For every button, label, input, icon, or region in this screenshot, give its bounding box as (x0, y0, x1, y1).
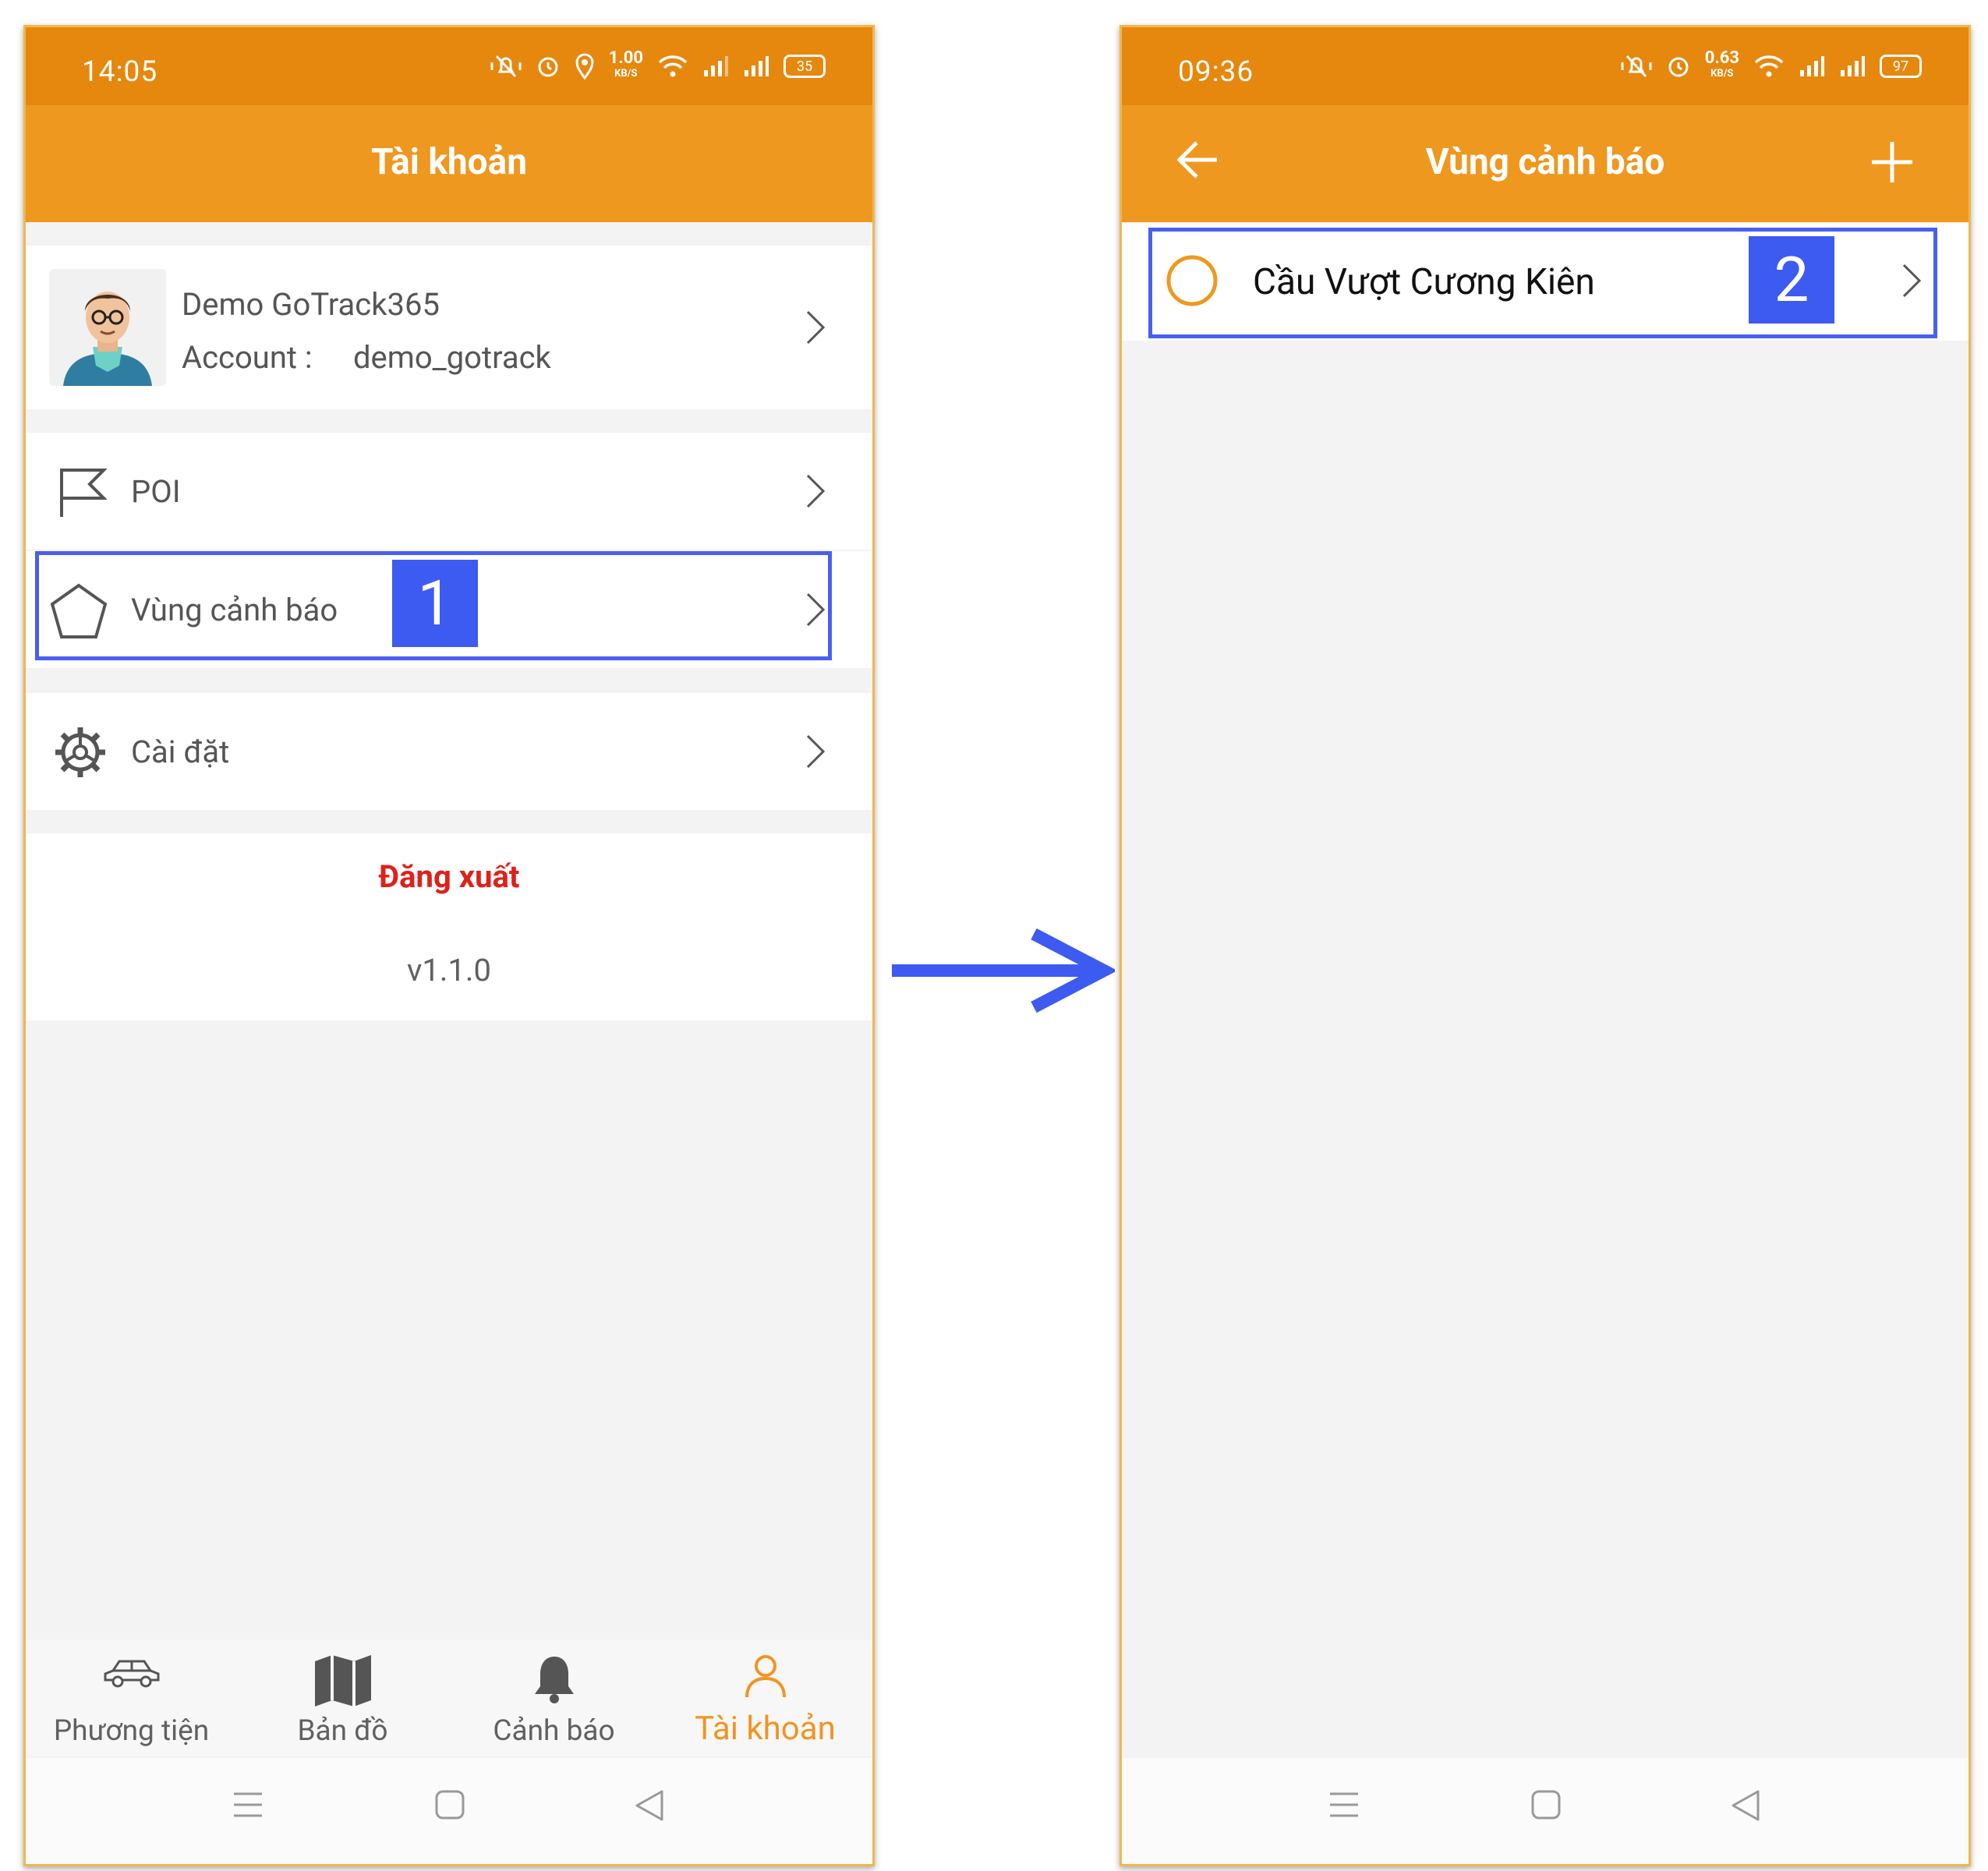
nav-label-map: Bản đồ (297, 1714, 388, 1748)
bottom-navigation: Phương tiện Bản đồ Cảnh báo Tài khoản (26, 1639, 872, 1756)
menu-label-settings: Cài đặt (131, 734, 230, 770)
status-bar: 09:36 0.63 KB/S 97 (1122, 27, 1969, 105)
signal-icon-1 (702, 55, 729, 78)
home-icon[interactable] (434, 1789, 465, 1820)
home-icon[interactable] (1530, 1789, 1562, 1820)
map-icon (314, 1655, 371, 1707)
chevron-right-icon (806, 474, 826, 508)
app-version: v1.1.0 (407, 952, 491, 989)
wifi-icon (657, 54, 688, 79)
back-triangle-icon[interactable] (634, 1789, 665, 1822)
nav-label-vehicles: Phương tiện (53, 1714, 210, 1748)
system-nav-bar (26, 1758, 872, 1864)
system-nav-bar (1122, 1758, 1969, 1864)
logout-button[interactable]: Đăng xuất (26, 858, 872, 895)
location-icon (575, 53, 595, 80)
account-label: Account : (182, 339, 313, 376)
car-icon (104, 1660, 159, 1688)
status-time: 09:36 (1178, 55, 1254, 89)
page-title: Tài khoản (370, 141, 528, 183)
chevron-right-icon (806, 734, 826, 769)
phone-screen-warning-zones: 09:36 0.63 KB/S 97 Vùng cảnh báo Cầu Vượ… (1120, 25, 1971, 1866)
nav-tab-vehicles[interactable]: Phương tiện (26, 1639, 237, 1756)
app-bar: Vùng cảnh báo (1122, 105, 1969, 222)
phone-screen-account: 14:05 1.00 KB/S 35 Tài khoản Demo GoTrac… (23, 25, 875, 1866)
avatar (49, 269, 166, 386)
mute-vibrate-icon (1621, 53, 1652, 80)
step-badge-1: 1 (392, 560, 478, 647)
status-icons: 1.00 KB/S 35 (490, 48, 826, 82)
user-icon (745, 1655, 786, 1698)
nav-tab-account[interactable]: Tài khoản (660, 1639, 871, 1756)
gear-icon (55, 727, 105, 777)
status-icons: 0.63 KB/S 97 (1621, 48, 1922, 82)
menu-icon[interactable] (232, 1789, 264, 1820)
network-speed: 1.00 KB/S (608, 48, 643, 80)
chevron-right-icon (806, 310, 826, 345)
flag-icon (60, 469, 107, 517)
battery-indicator: 97 (1880, 55, 1922, 78)
nav-label-alerts: Cảnh báo (493, 1714, 615, 1748)
network-speed: 0.63 KB/S (1704, 48, 1739, 80)
page-title: Vùng cảnh báo (1425, 141, 1665, 183)
account-value: demo_gotrack (353, 339, 551, 376)
nav-label-account: Tài khoản (695, 1710, 836, 1748)
profile-row[interactable]: Demo GoTrack365 Account : demo_gotrack (26, 246, 872, 409)
alarm-icon (1666, 54, 1691, 79)
status-time: 14:05 (82, 55, 158, 89)
alarm-icon (536, 54, 561, 79)
signal-icon-2 (743, 55, 769, 78)
back-triangle-icon[interactable] (1730, 1789, 1761, 1822)
profile-name: Demo GoTrack365 (182, 286, 440, 323)
signal-icon-1 (1799, 55, 1825, 78)
status-bar: 14:05 1.00 KB/S 35 (26, 27, 872, 105)
battery-indicator: 35 (784, 55, 826, 78)
add-icon[interactable] (1870, 140, 1914, 184)
bell-icon (534, 1657, 574, 1703)
menu-label-poi: POI (131, 473, 181, 510)
mute-vibrate-icon (490, 53, 522, 80)
menu-item-poi[interactable]: POI (26, 433, 872, 550)
nav-tab-alerts[interactable]: Cảnh báo (448, 1639, 660, 1756)
nav-tab-map[interactable]: Bản đồ (237, 1639, 448, 1756)
wifi-icon (1753, 54, 1785, 79)
signal-icon-2 (1839, 55, 1866, 78)
step-badge-2: 2 (1749, 236, 1834, 324)
logout-section: Đăng xuất v1.1.0 (26, 833, 872, 1020)
arrow-right-icon (892, 928, 1115, 1013)
menu-icon[interactable] (1328, 1789, 1360, 1820)
app-bar: Tài khoản (26, 105, 872, 222)
menu-item-settings[interactable]: Cài đặt (26, 693, 872, 810)
